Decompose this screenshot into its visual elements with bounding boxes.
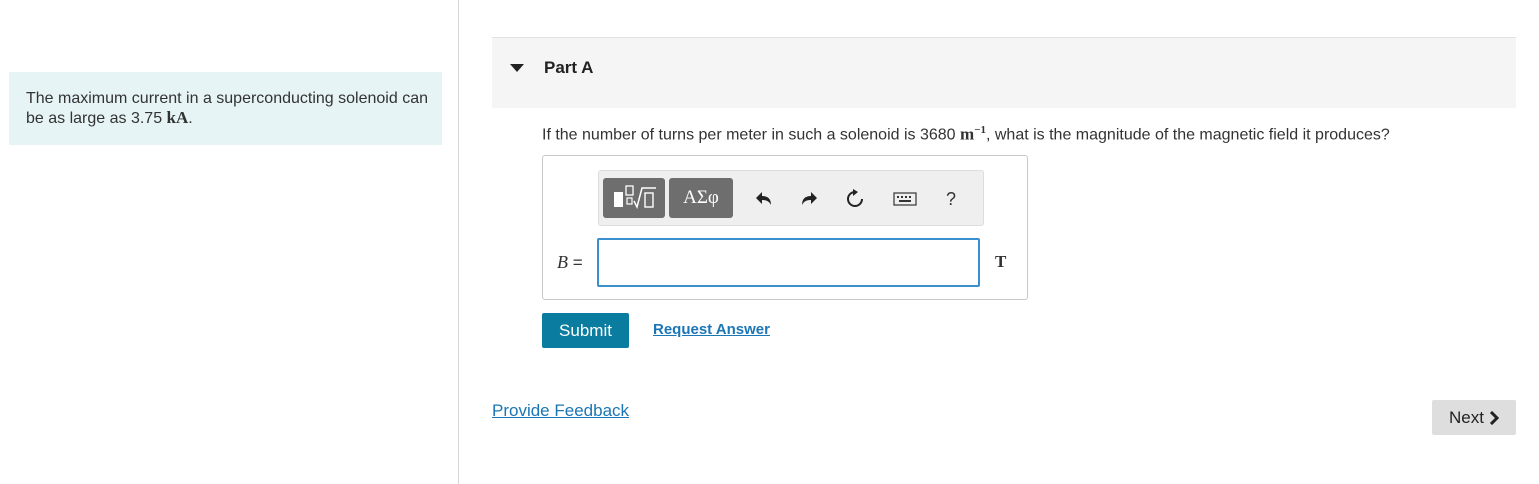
answer-panel: ΑΣφ ? B = T [542,155,1028,300]
problem-intro: The maximum current in a superconducting… [9,72,442,145]
answer-label: B = [557,252,583,273]
redo-icon[interactable] [795,185,823,213]
part-title: Part A [544,58,594,77]
help-icon[interactable]: ? [937,185,965,213]
answer-equals: = [572,253,583,272]
greek-symbols-button[interactable]: ΑΣφ [669,178,733,218]
collapse-caret-icon[interactable] [510,64,524,72]
reset-icon[interactable] [841,185,869,213]
math-toolbar: ΑΣφ ? [598,170,984,226]
next-label: Next [1449,407,1484,427]
templates-icon [614,185,656,210]
templates-button[interactable] [603,178,665,218]
intro-period: . [188,110,193,127]
intro-text: The maximum current in a superconducting… [26,90,428,127]
pane-divider [458,0,459,484]
next-button[interactable]: Next [1432,400,1516,435]
part-header[interactable]: Part A [492,37,1516,108]
question-text-before: If the number of turns per meter in such… [542,126,961,144]
undo-icon[interactable] [750,185,778,213]
answer-unit: T [995,252,1007,271]
keyboard-icon[interactable] [891,185,919,213]
request-answer-link[interactable]: Request Answer [653,321,770,338]
question-exponent: −1 [974,124,986,136]
question-unit: m [960,124,975,144]
chevron-right-icon [1489,410,1499,425]
question-text-after: , what is the magnitude of the magnetic … [985,126,1390,144]
answer-input[interactable] [597,238,980,287]
provide-feedback-link[interactable]: Provide Feedback [492,401,629,421]
question-text: If the number of turns per meter in such… [542,124,1390,144]
intro-unit: kA [166,108,189,127]
submit-button[interactable]: Submit [542,313,629,348]
answer-variable: B [557,252,568,272]
